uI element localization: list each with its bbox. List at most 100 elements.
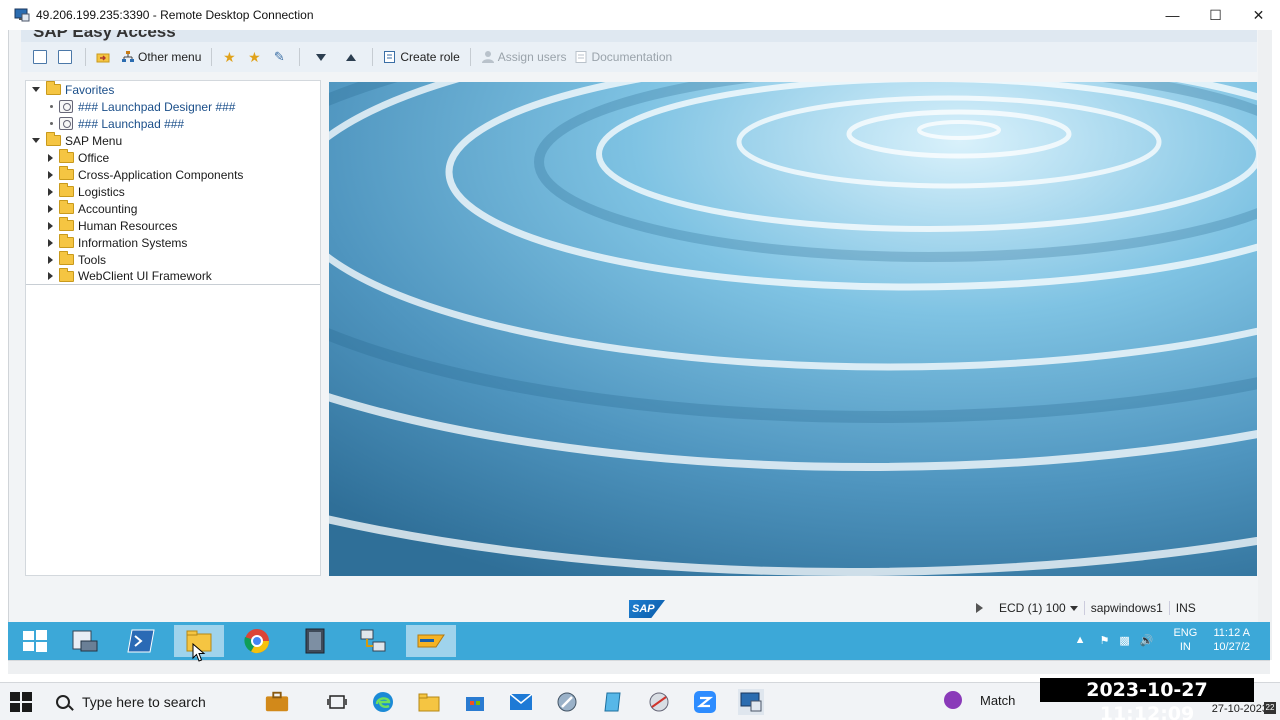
favorites-label: Favorites — [65, 82, 115, 97]
folder-icon — [59, 217, 74, 231]
add-favorite-button[interactable]: ★ — [218, 46, 243, 68]
minimize-button[interactable]: — — [1151, 0, 1194, 30]
collapse-caret-icon — [48, 272, 53, 280]
documentation-icon — [574, 50, 588, 64]
briefcase-icon — [265, 691, 289, 712]
sap-menu-button[interactable] — [54, 46, 79, 68]
taskbar-app-snip[interactable] — [646, 689, 672, 715]
local-clock-date[interactable]: 27-10-2023 — [1212, 703, 1268, 715]
sap-menu-label: SAP Menu — [65, 133, 123, 148]
remote-app-network[interactable] — [348, 625, 398, 657]
tree-node-webclient[interactable]: WebClient UI Framework — [26, 267, 320, 285]
create-role-icon — [383, 50, 397, 64]
taskbar-widget[interactable]: Match — [944, 691, 1015, 709]
remote-clock[interactable]: 11:12 A 10/27/2 — [1213, 626, 1250, 654]
move-up-button[interactable] — [336, 46, 366, 68]
remote-chrome[interactable] — [232, 625, 282, 657]
system-info[interactable]: ECD (1) 100 — [993, 601, 1085, 615]
tree-node-label: Cross-Application Components — [78, 167, 244, 182]
flag-icon[interactable]: ⚑ — [1099, 634, 1109, 647]
tree-node-sap-menu[interactable]: SAP Menu — [26, 132, 320, 149]
taskbar-mail[interactable] — [508, 689, 534, 715]
task-view-button[interactable] — [324, 689, 350, 715]
collapse-caret-icon — [48, 187, 53, 196]
tree-node-label: WebClient UI Framework — [78, 269, 212, 283]
sap-menu-tree: Favorites ### Launchpad Designer ### ###… — [25, 80, 321, 576]
favorite-item[interactable]: ### Launchpad Designer ### — [26, 98, 320, 115]
documentation-button[interactable]: Documentation — [570, 46, 676, 68]
language-indicator[interactable]: ENG IN — [1173, 626, 1197, 654]
folder-icon — [59, 251, 74, 265]
sap-logo: SAP — [629, 600, 665, 618]
tree-node-tools[interactable]: Tools — [26, 251, 320, 268]
delete-favorite-button[interactable]: ★ — [243, 46, 268, 68]
tree-node-label: Logistics — [78, 184, 125, 199]
tree-node-label: Office — [78, 150, 110, 165]
taskbar-app-briefcase[interactable] — [264, 689, 290, 715]
rdp-title-bar[interactable]: 49.206.199.235:3390 - Remote Desktop Con… — [0, 0, 1280, 30]
tray-up-arrow-icon[interactable]: ▲ — [1075, 634, 1086, 646]
taskbar-store[interactable] — [462, 689, 488, 715]
close-button[interactable]: ✕ — [1237, 0, 1280, 30]
widget-label: Match — [980, 692, 1016, 708]
remote-app-book[interactable] — [290, 625, 340, 657]
taskbar-remote-desktop[interactable] — [738, 689, 764, 715]
play-icon[interactable] — [976, 603, 983, 613]
user-menu-icon — [33, 50, 47, 64]
taskbar-app-tool[interactable] — [554, 689, 580, 715]
expand-caret-icon — [32, 138, 40, 143]
splash-image — [329, 82, 1257, 576]
remote-start-button[interactable] — [10, 625, 60, 657]
search-placeholder: Type here to search — [82, 694, 206, 710]
tree-node-cross-application[interactable]: Cross-Application Components — [26, 166, 320, 183]
assign-users-icon — [481, 50, 495, 64]
tree-node-office[interactable]: Office — [26, 149, 320, 166]
menu-icon-button[interactable] — [29, 46, 54, 68]
triangle-up-icon — [346, 53, 357, 61]
folder-button[interactable] — [92, 46, 117, 68]
edge-icon — [373, 692, 393, 712]
assign-users-button[interactable]: Assign users — [477, 46, 571, 68]
tree-node-human-resources[interactable]: Human Resources — [26, 217, 320, 234]
folder-icon — [46, 132, 61, 146]
taskbar-file-explorer[interactable] — [416, 689, 442, 715]
change-favorite-button[interactable]: ✎ — [268, 46, 293, 68]
taskbar-zoom[interactable] — [692, 689, 718, 715]
transaction-icon — [59, 117, 73, 130]
taskbar-edge[interactable] — [370, 689, 396, 715]
server-info: sapwindows1 — [1085, 601, 1170, 615]
tool-app-icon — [557, 692, 577, 712]
favorite-item[interactable]: ### Launchpad ### — [26, 115, 320, 132]
other-menu-button[interactable]: Other menu — [117, 46, 205, 68]
create-role-button[interactable]: Create role — [379, 46, 463, 68]
folder-arrow-icon — [96, 50, 110, 64]
remote-sap-logon[interactable] — [406, 625, 456, 657]
book-app-icon — [305, 628, 325, 654]
tree-node-accounting[interactable]: Accounting — [26, 200, 320, 217]
notification-badge[interactable]: 22 — [1264, 702, 1276, 714]
remote-server-manager[interactable] — [60, 625, 110, 657]
tree-node-favorites[interactable]: Favorites — [26, 81, 320, 98]
folder-icon — [59, 267, 74, 282]
maximize-button[interactable]: ☐ — [1194, 0, 1237, 30]
network-app-icon — [360, 629, 386, 652]
volume-icon[interactable]: 🔊 — [1140, 634, 1154, 647]
mouse-cursor-icon — [192, 643, 206, 662]
folder-icon — [59, 166, 74, 180]
input-mode: INS — [1175, 601, 1196, 615]
remote-powershell[interactable] — [116, 625, 166, 657]
language-code: ENG — [1173, 627, 1198, 639]
tree-node-information-systems[interactable]: Information Systems — [26, 234, 320, 251]
taskbar-app-note[interactable] — [600, 689, 626, 715]
mail-icon — [509, 693, 533, 710]
vertical-scrollbar[interactable] — [1258, 30, 1272, 660]
windows-logo-icon — [23, 630, 47, 652]
expand-caret-icon — [32, 87, 40, 92]
tree-node-logistics[interactable]: Logistics — [26, 183, 320, 200]
remote-desktop-icon — [14, 7, 30, 23]
network-icon[interactable]: ▩ — [1119, 634, 1129, 647]
chrome-icon — [244, 629, 269, 654]
collapse-caret-icon — [48, 153, 53, 162]
move-down-button[interactable] — [306, 46, 336, 68]
start-button[interactable] — [10, 692, 32, 712]
